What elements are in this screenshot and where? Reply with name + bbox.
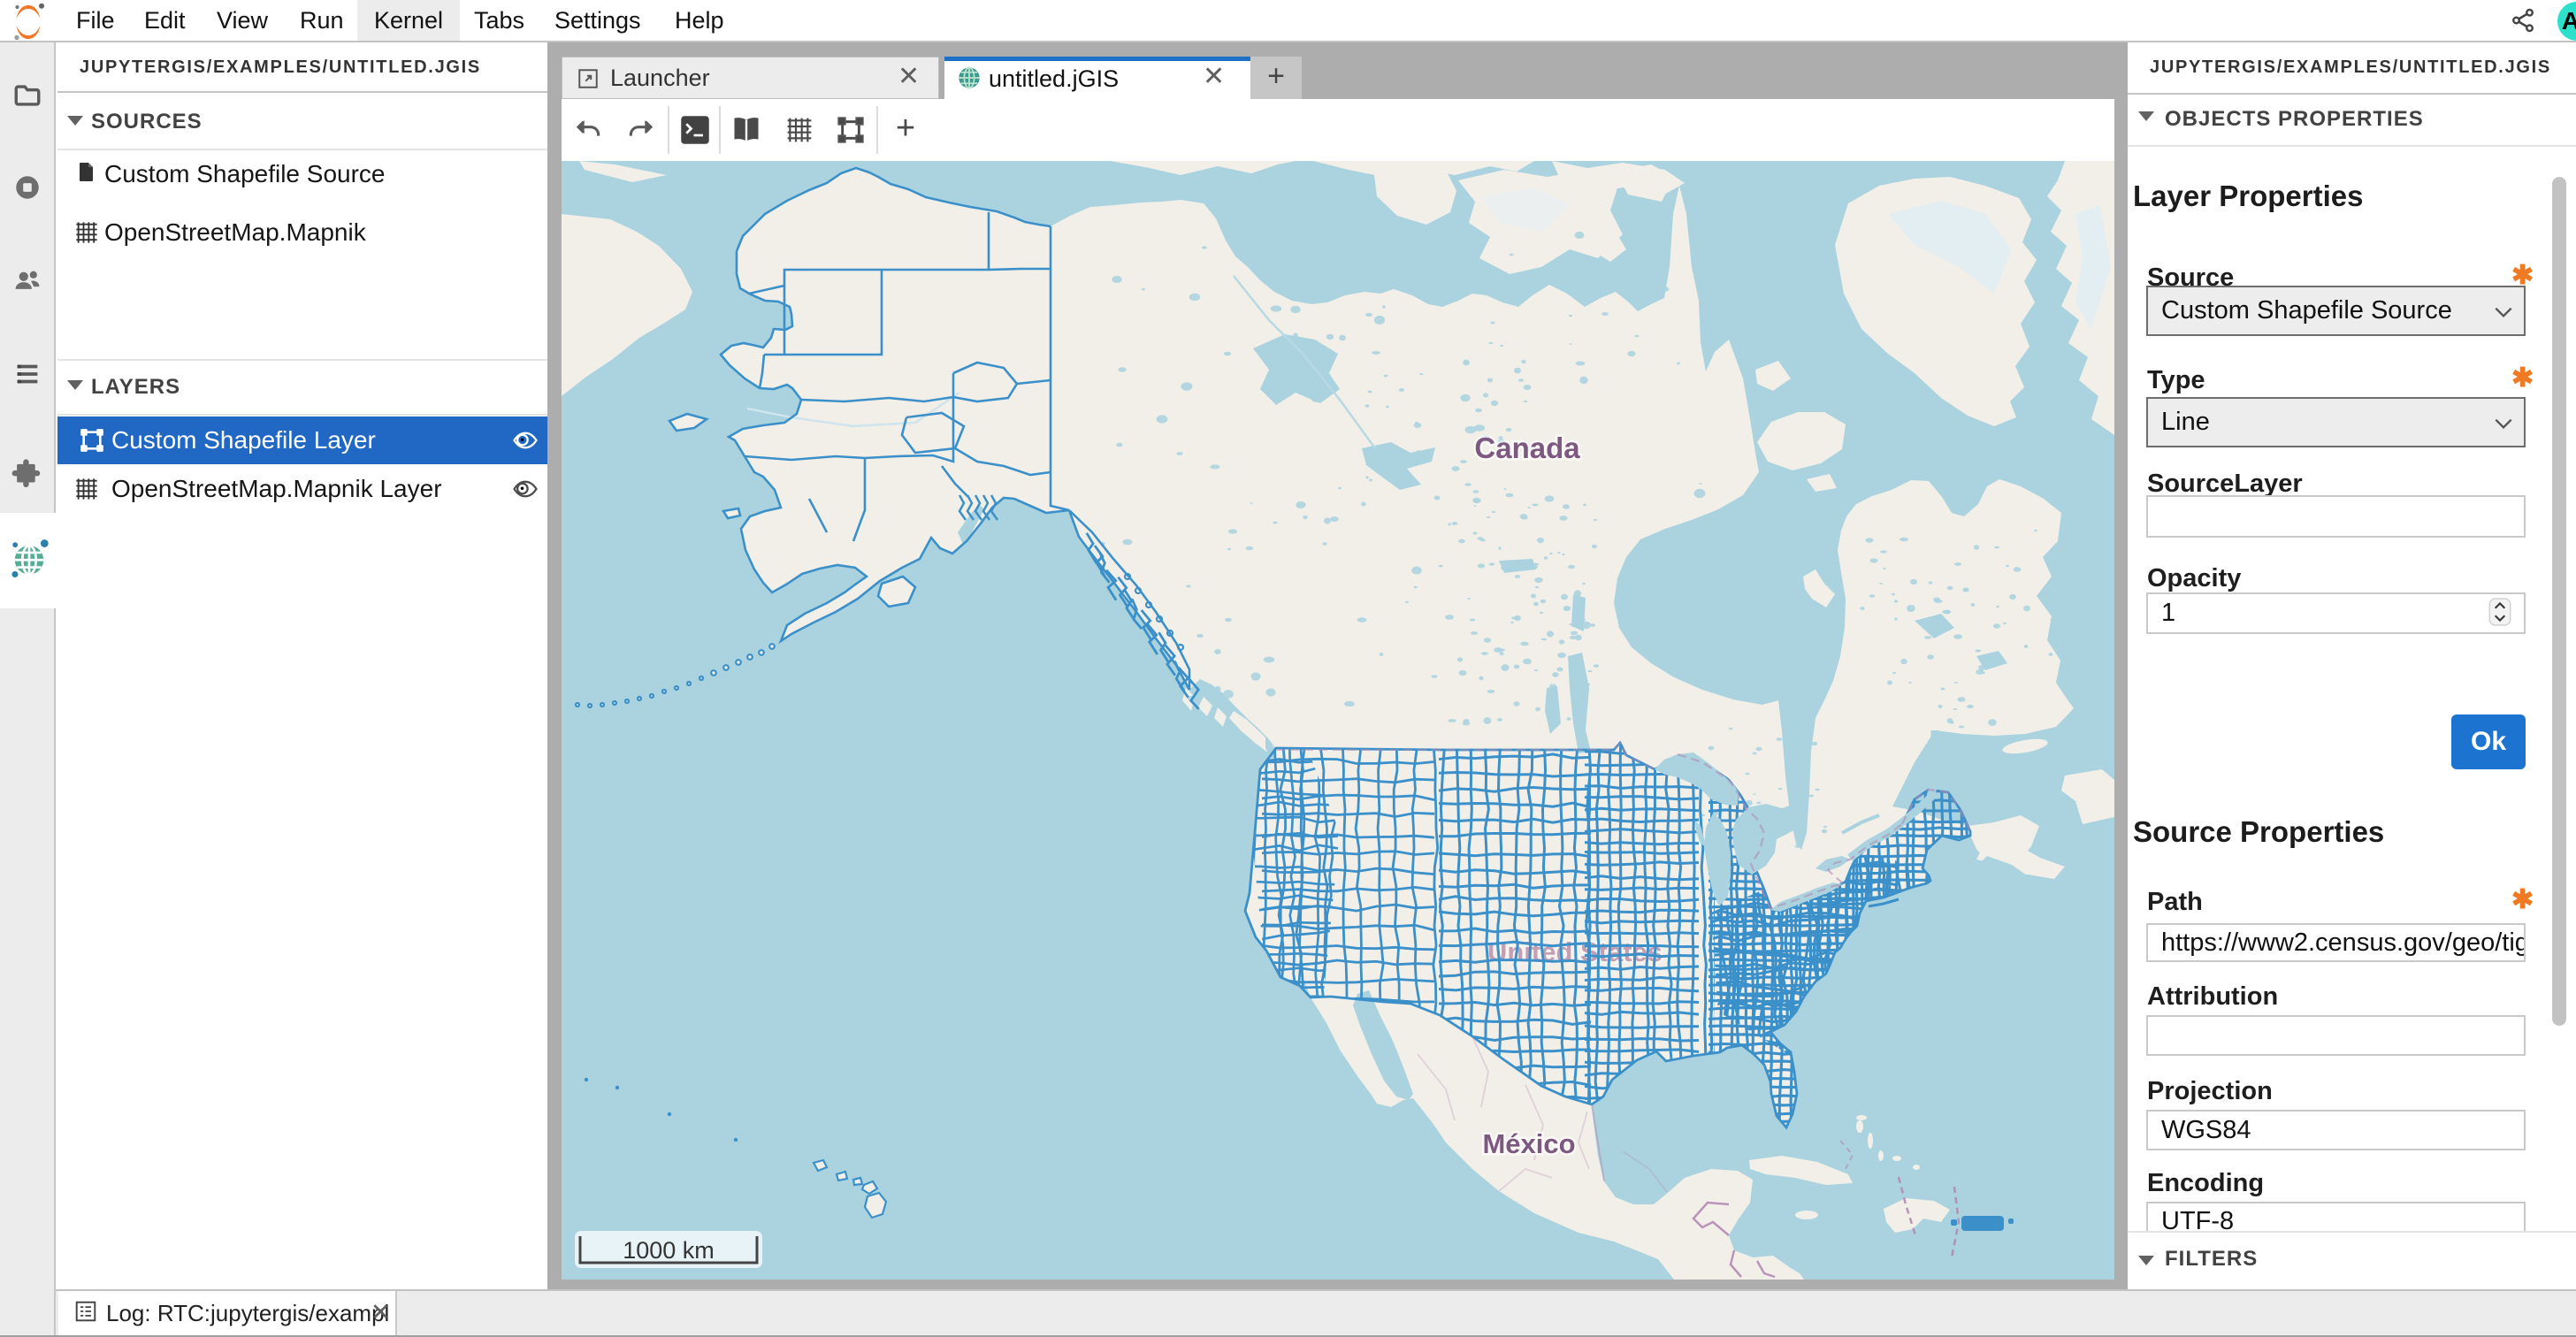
svg-text:México: México — [1482, 1128, 1575, 1159]
svg-text:Canada: Canada — [1474, 432, 1580, 464]
svg-text:1000 km: 1000 km — [623, 1237, 715, 1264]
